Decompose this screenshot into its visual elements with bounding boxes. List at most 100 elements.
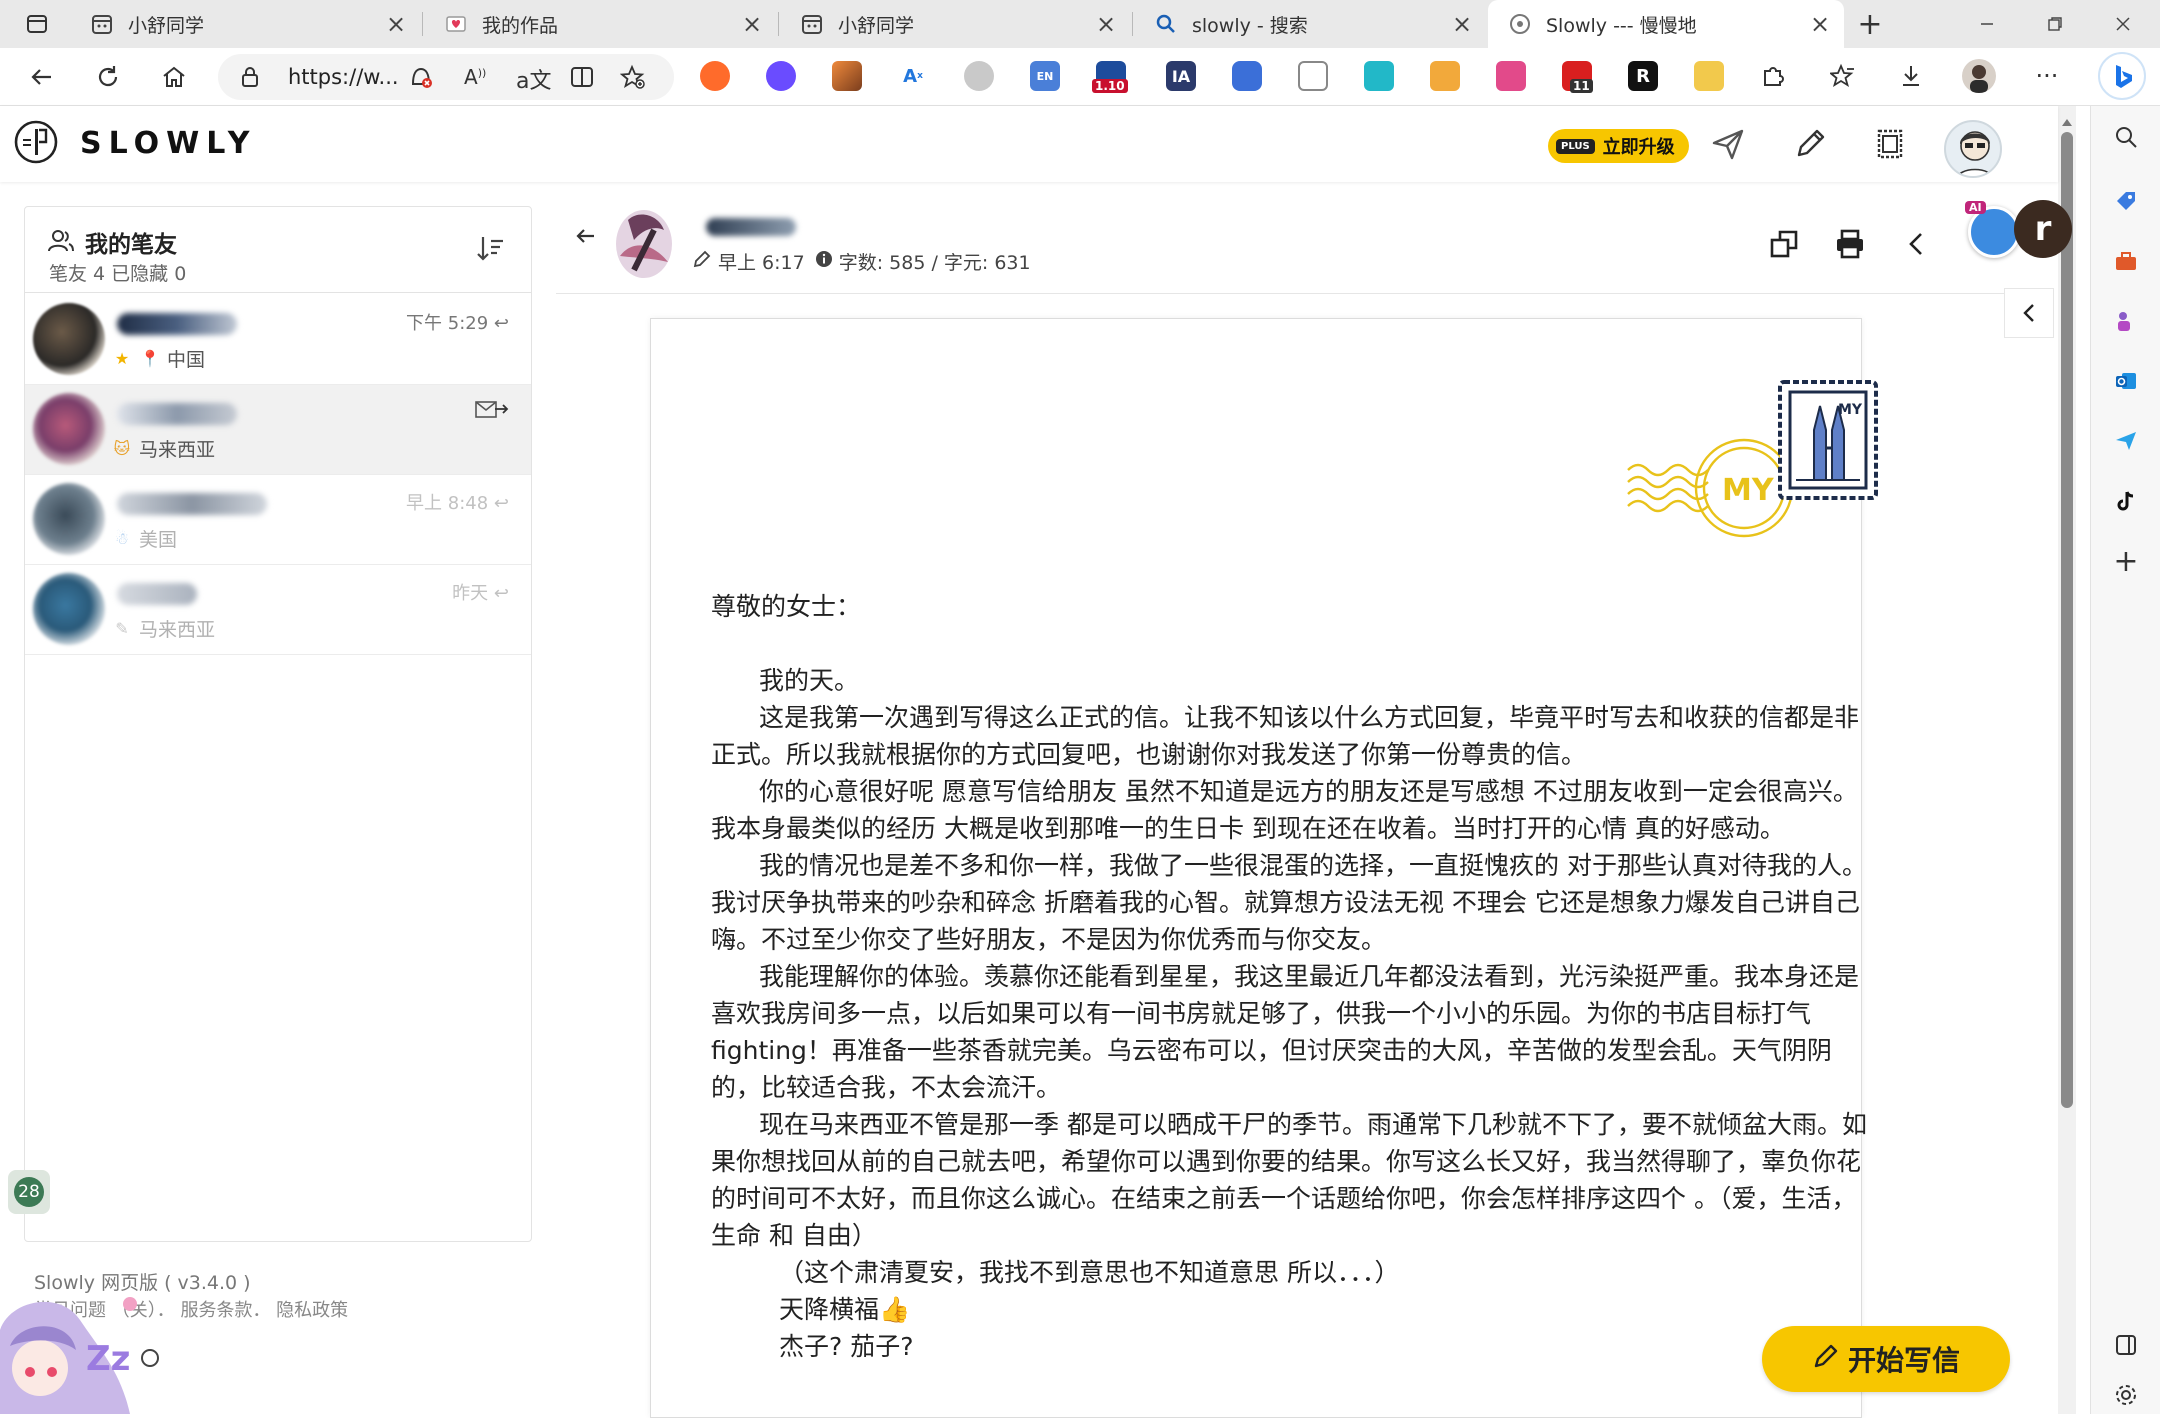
profile-avatar[interactable] (1962, 59, 1996, 93)
scrollbar-thumb[interactable] (2061, 132, 2073, 1108)
slowly-icon (1508, 12, 1532, 36)
close-window-icon[interactable] (2090, 0, 2156, 48)
ext-shield-icon[interactable] (964, 61, 994, 91)
sidebar-games-icon[interactable] (2109, 304, 2143, 338)
translate-icon[interactable]: a文 (516, 63, 551, 95)
letter-greeting: 尊敬的女士： (711, 592, 862, 621)
back-icon[interactable] (22, 57, 62, 97)
tab-title: slowly - 搜索 (1192, 14, 1308, 37)
sidebar-send-icon[interactable] (2109, 424, 2143, 458)
notification-badge[interactable]: 28 (8, 1170, 50, 1214)
copilot-icon[interactable] (2098, 52, 2146, 100)
tab-close-icon[interactable]: × (1448, 10, 1476, 38)
friend-row[interactable]: 昨天 ↩ ✎ 马来西亚 (25, 565, 531, 655)
favorites-icon[interactable] (1826, 59, 1860, 93)
split-screen-icon[interactable] (570, 66, 594, 92)
ext-picture-icon[interactable] (832, 61, 862, 91)
ext-cyan-icon[interactable] (1364, 61, 1394, 91)
ext-orange-icon[interactable] (700, 61, 730, 91)
ext-r-icon[interactable]: R (1628, 61, 1658, 91)
app-name[interactable]: SLOWLY (80, 126, 256, 161)
friend-name-redacted (117, 583, 197, 605)
ext-badge-count: 11 (1570, 79, 1593, 93)
send-icon[interactable] (1706, 122, 1750, 166)
sidebar-toolbox-icon[interactable] (2109, 244, 2143, 278)
ai-label-icon: AI (1965, 201, 1986, 214)
friend-avatar[interactable] (33, 573, 105, 645)
copy-icon[interactable] (1766, 226, 1802, 262)
friend-avatar[interactable] (33, 483, 105, 555)
friend-avatar[interactable] (33, 393, 105, 465)
tab-close-icon[interactable]: × (1806, 10, 1834, 38)
sidebar-tag-icon[interactable] (2109, 184, 2143, 218)
tab-xiaoshu-1[interactable]: 小舒同学 × (70, 0, 420, 48)
ext-dictionary-icon[interactable]: EN (1030, 61, 1060, 91)
add-favorite-icon[interactable] (619, 64, 646, 94)
pencil-icon[interactable] (1788, 122, 1832, 166)
slowly-logo-icon[interactable] (14, 120, 58, 164)
friend-time: 早上 8:48 ↩ (406, 489, 509, 515)
stamp-collection-icon[interactable] (1868, 122, 1912, 166)
sort-icon[interactable] (475, 233, 507, 265)
lock-icon[interactable] (240, 66, 260, 92)
address-bar[interactable]: https://w... A)) a文 (218, 54, 674, 100)
extensions-puzzle-icon[interactable] (1756, 59, 1790, 93)
app-header: SLOWLY PLUS 立即升级 (0, 106, 2058, 182)
print-icon[interactable] (1832, 226, 1868, 262)
sidebar-panel-icon[interactable] (2109, 1328, 2143, 1362)
sidebar-search-icon[interactable] (2109, 120, 2143, 154)
reply-icon: ↩ (493, 493, 509, 514)
friend-avatar[interactable] (33, 303, 105, 375)
downloads-icon[interactable] (1894, 59, 1928, 93)
sidebar-tiktok-icon[interactable] (2109, 484, 2143, 518)
sidebar-outlook-icon[interactable] (2109, 364, 2143, 398)
friend-row[interactable]: 🐱 马来西亚 (25, 385, 531, 475)
tracking-blocked-icon[interactable] (408, 64, 434, 94)
read-aloud-icon[interactable]: A)) (464, 65, 486, 89)
minimize-icon[interactable] (1954, 0, 2020, 48)
tab-close-icon[interactable]: × (382, 10, 410, 38)
tab-slowly-search[interactable]: slowly - 搜索 × (1134, 0, 1486, 48)
friend-name-redacted (117, 313, 237, 335)
tab-close-icon[interactable]: × (738, 10, 766, 38)
home-icon[interactable] (154, 57, 194, 97)
upgrade-button[interactable]: PLUS 立即升级 (1548, 129, 1689, 163)
ext-pink-icon[interactable] (1496, 61, 1526, 91)
letter-paragraph: 我的天。 (759, 666, 860, 695)
ext-translate-a-icon[interactable]: Ax (898, 61, 928, 91)
more-menu-icon[interactable]: ··· (2030, 59, 2064, 93)
user-avatar[interactable] (1944, 120, 2002, 178)
restore-icon[interactable] (2022, 0, 2088, 48)
ext-notes-icon[interactable] (1298, 61, 1328, 91)
r-avatar[interactable]: r (2014, 200, 2072, 258)
tab-close-icon[interactable]: × (1092, 10, 1120, 38)
reply-icon: ↩ (493, 583, 509, 604)
tab-xiaoshu-2[interactable]: 小舒同学 × (780, 0, 1130, 48)
ext-badge-icon[interactable]: 1.10 (1092, 61, 1128, 93)
ext-ia-icon[interactable]: IA (1166, 61, 1196, 91)
ext-red-icon[interactable]: 11 (1562, 61, 1593, 93)
refresh-icon[interactable] (88, 57, 128, 97)
collapse-panel-icon[interactable] (2004, 288, 2054, 338)
ai-assistant-icon[interactable]: AI (1965, 201, 2020, 258)
tab-title: 小舒同学 (128, 14, 205, 37)
ext-ts-icon[interactable] (1232, 61, 1262, 91)
tab-actions-icon[interactable] (4, 0, 70, 48)
new-tab-icon[interactable]: + (1846, 0, 1894, 48)
sender-avatar[interactable] (608, 200, 688, 286)
scroll-up-icon[interactable] (2061, 112, 2073, 126)
chevron-left-icon[interactable] (1898, 226, 1934, 262)
ext-purple-swirl-icon[interactable] (766, 61, 796, 91)
start-writing-button[interactable]: 开始写信 (1762, 1326, 2010, 1392)
ext-edit-icon[interactable] (1430, 61, 1460, 91)
friend-row[interactable]: 下午 5:29 ↩ ★ 📍 中国 (25, 295, 531, 385)
sidebar-settings-icon[interactable] (2109, 1378, 2143, 1412)
upgrade-label: 立即升级 (1602, 137, 1675, 158)
friend-row[interactable]: 早上 8:48 ↩ ☃ 美国 (25, 475, 531, 565)
back-arrow-icon[interactable] (572, 222, 608, 258)
ext-yellow-icon[interactable] (1694, 61, 1724, 91)
sidebar-add-icon[interactable]: + (2109, 544, 2143, 579)
tab-slowly-active[interactable]: Slowly --- 慢慢地 × (1488, 0, 1844, 48)
tab-my-works[interactable]: 我的作品 × (424, 0, 776, 48)
url-text: https://w... (288, 65, 399, 89)
